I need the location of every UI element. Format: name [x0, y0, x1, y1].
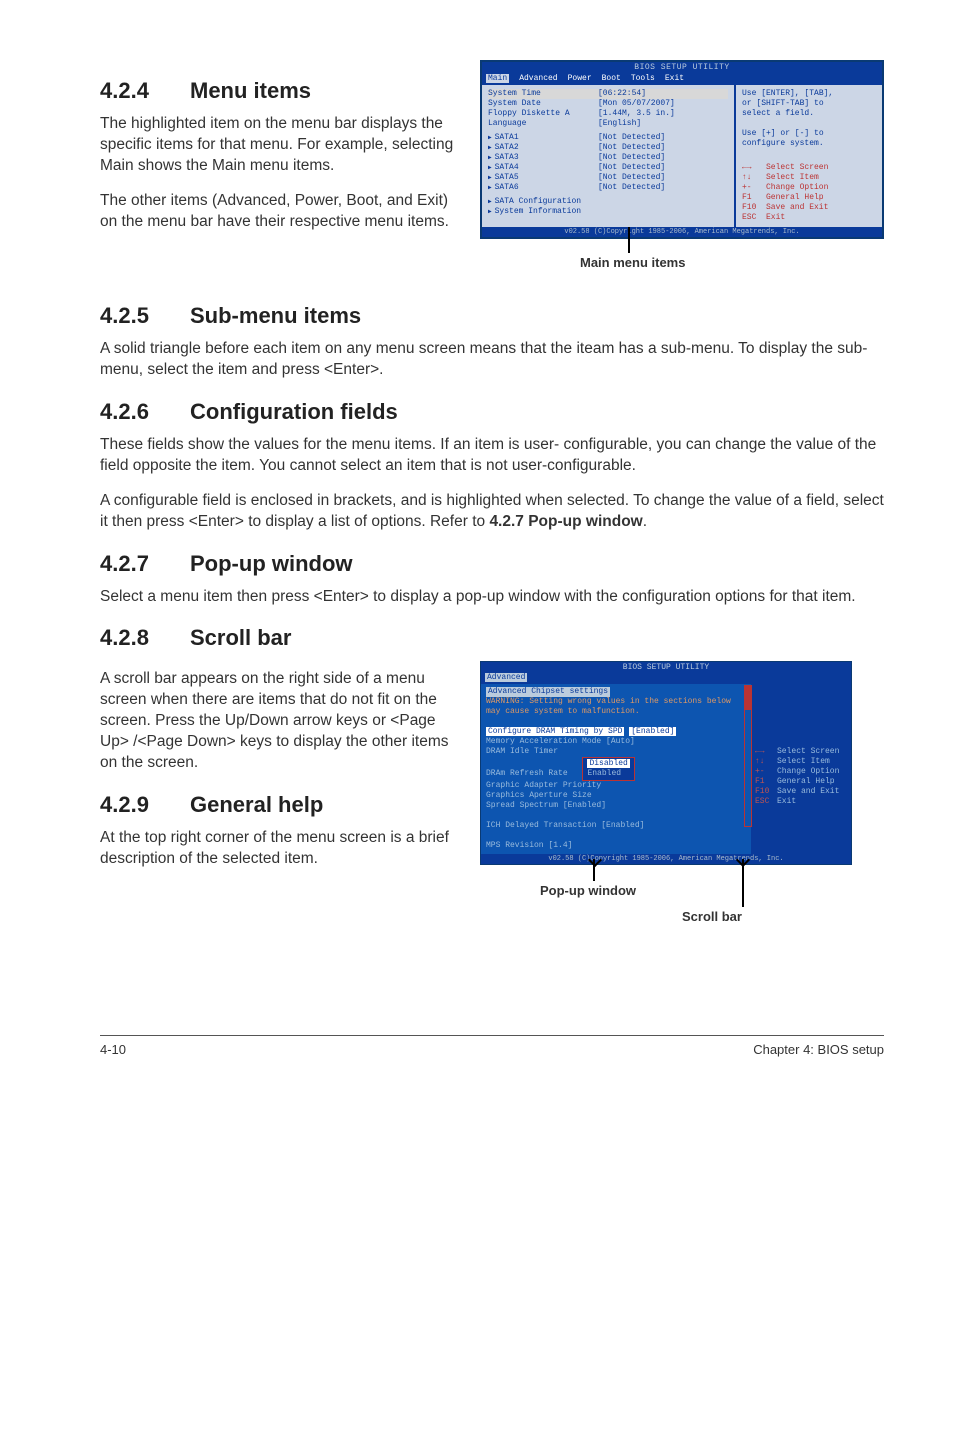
para: These fields show the values for the men… — [100, 435, 884, 477]
heading-426: 4.2.6Configuration fields — [100, 399, 884, 425]
callout-main-menu-items: Main menu items — [580, 255, 685, 270]
page-footer: 4-10 Chapter 4: BIOS setup — [100, 1035, 884, 1057]
para: The highlighted item on the menu bar dis… — [100, 114, 460, 177]
heading-428: 4.2.8Scroll bar — [100, 625, 884, 651]
scrollbar-indicator — [744, 685, 752, 827]
heading-427: 4.2.7Pop-up window — [100, 551, 884, 577]
bios-screenshot-main: BIOS SETUP UTILITY Main Advanced Power B… — [480, 60, 884, 239]
para: The other items (Advanced, Power, Boot, … — [100, 191, 460, 233]
chapter-label: Chapter 4: BIOS setup — [753, 1042, 884, 1057]
page-number: 4-10 — [100, 1042, 126, 1057]
heading-424: 4.2.4Menu items — [100, 78, 460, 104]
para: A solid triangle before each item on any… — [100, 339, 884, 381]
heading-425: 4.2.5Sub-menu items — [100, 303, 884, 329]
para: A scroll bar appears on the right side o… — [100, 669, 460, 774]
callout-scroll-bar: Scroll bar — [682, 909, 742, 924]
para: A configurable field is enclosed in brac… — [100, 491, 884, 533]
para: At the top right corner of the menu scre… — [100, 828, 460, 870]
heading-429: 4.2.9General help — [100, 792, 460, 818]
bios-tab: Main — [486, 74, 509, 83]
bios-screenshot-advanced: BIOS SETUP UTILITY Advanced Advanced Chi… — [480, 661, 852, 865]
para: Select a menu item then press <Enter> to… — [100, 587, 884, 608]
callout-popup-window: Pop-up window — [540, 883, 636, 898]
